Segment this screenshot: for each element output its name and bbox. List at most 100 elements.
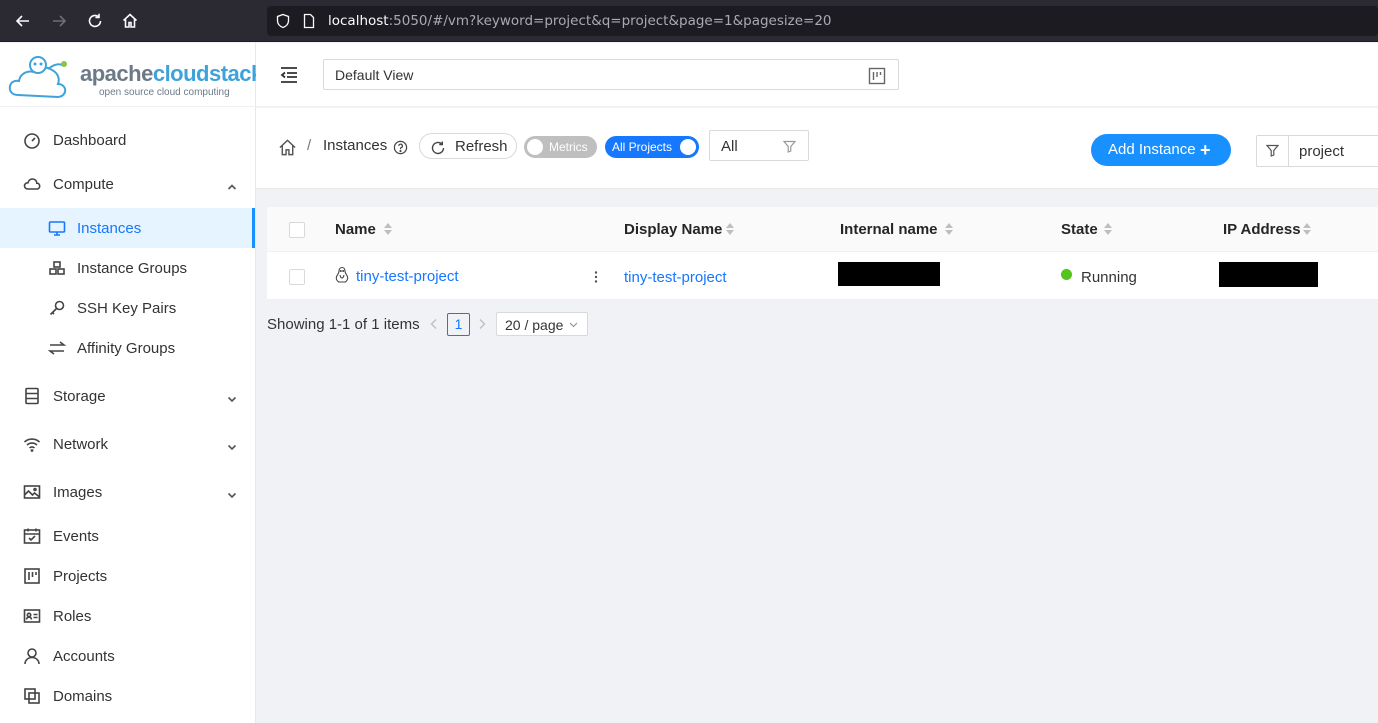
gold-icon	[47, 258, 67, 278]
sidebar-item-events[interactable]: Events	[0, 516, 255, 556]
dashboard-icon	[22, 130, 42, 150]
table-row[interactable]: tiny-test-project tiny-test-project Runn…	[267, 252, 1378, 300]
sidebar-item-domains[interactable]: Domains	[0, 676, 255, 716]
all-projects-label: All Projects	[612, 140, 673, 154]
sidebar-item-label: Network	[53, 435, 109, 453]
home-browser-icon[interactable]	[119, 10, 141, 32]
brand-text: apachecloudstack	[80, 61, 263, 87]
database-icon	[22, 386, 42, 406]
sidebar-item-storage[interactable]: Storage	[0, 376, 255, 416]
sidebar-item-label: Events	[53, 527, 99, 545]
chevron-down-icon	[227, 487, 237, 499]
sort-icon[interactable]	[945, 223, 953, 235]
sidebar-item-accounts[interactable]: Accounts	[0, 636, 255, 676]
sidebar-item-label: Accounts	[53, 647, 115, 665]
sidebar-item-label: SSH Key Pairs	[77, 299, 177, 317]
sidebar-item-compute[interactable]: Compute	[0, 164, 255, 204]
sidebar-item-ssh-key-pairs[interactable]: SSH Key Pairs	[0, 288, 255, 328]
idcard-icon	[22, 606, 42, 626]
redacted-ip-address	[1219, 262, 1318, 287]
sort-icon[interactable]	[384, 223, 392, 235]
address-bar[interactable]: localhost:5050/#/vm?keyword=project&q=pr…	[267, 6, 1378, 36]
instance-name-link[interactable]: tiny-test-project	[356, 268, 459, 285]
cloudmonkey-logo-icon	[8, 56, 67, 99]
refresh-label: Refresh	[455, 138, 508, 155]
question-circle-icon[interactable]	[393, 140, 408, 155]
column-header-name[interactable]: Name	[335, 221, 376, 238]
filter-select-value: All	[721, 138, 738, 155]
metrics-toggle[interactable]: Metrics	[524, 136, 597, 158]
breadcrumb-separator: /	[307, 137, 312, 154]
search-input[interactable]: project	[1256, 135, 1378, 167]
url-host: localhost	[328, 13, 389, 29]
pagination-current-page[interactable]: 1	[447, 313, 470, 336]
all-projects-toggle[interactable]: All Projects	[605, 136, 699, 158]
column-header-display-name[interactable]: Display Name	[624, 221, 722, 238]
instance-state: Running	[1081, 269, 1137, 286]
linux-icon	[335, 266, 349, 283]
toggle-knob	[680, 139, 696, 155]
page-size-value: 20 / page	[505, 317, 564, 333]
filter-icon	[1266, 144, 1279, 157]
chevron-up-icon	[227, 179, 237, 190]
sidebar-item-projects[interactable]: Projects	[0, 556, 255, 596]
sort-icon[interactable]	[1303, 223, 1311, 235]
redacted-internal-name	[838, 262, 940, 286]
sidebar-item-label: Roles	[53, 607, 92, 625]
project-icon	[22, 566, 42, 586]
block-icon	[22, 686, 42, 706]
breadcrumb-current: Instances	[323, 137, 388, 154]
column-header-state[interactable]: State	[1061, 221, 1098, 238]
sidebar-item-label: Projects	[53, 567, 108, 585]
list-toolbar: / Instances Refresh Metrics All Projects…	[256, 108, 1378, 189]
row-checkbox[interactable]	[289, 269, 305, 285]
sidebar-item-roles[interactable]: Roles	[0, 596, 255, 636]
chevron-down-icon	[569, 322, 578, 328]
schedule-icon	[22, 526, 42, 546]
sort-icon[interactable]	[1104, 223, 1112, 235]
view-select[interactable]: Default View	[323, 59, 899, 90]
user-icon	[22, 646, 42, 666]
page-size-select[interactable]: 20 / page	[496, 312, 588, 336]
cloudstack-logo[interactable]: apachecloudstack open source cloud compu…	[8, 49, 263, 107]
back-icon[interactable]	[12, 10, 34, 32]
sidebar-item-instance-groups[interactable]: Instance Groups	[0, 248, 255, 288]
sidebar-item-affinity-groups[interactable]: Affinity Groups	[0, 328, 255, 368]
refresh-button[interactable]: Refresh	[419, 133, 517, 159]
chevron-right-icon[interactable]	[477, 318, 487, 330]
sidebar-item-label: Images	[53, 483, 103, 501]
add-instance-label: Add Instance	[1108, 141, 1196, 158]
brand-cloudstack: cloudstack	[152, 61, 263, 86]
desktop-icon	[47, 218, 67, 238]
sort-icon[interactable]	[726, 223, 734, 235]
sidebar-item-network[interactable]: Network	[0, 424, 255, 464]
sidebar-item-label: Storage	[53, 387, 106, 405]
url-text[interactable]: localhost:5050/#/vm?keyword=project&q=pr…	[328, 13, 832, 29]
filter-select[interactable]: All	[709, 130, 809, 161]
chevron-down-icon	[227, 391, 237, 403]
home-icon[interactable]	[278, 138, 298, 158]
more-vertical-icon[interactable]	[594, 270, 598, 284]
sidebar: apachecloudstack open source cloud compu…	[0, 43, 263, 723]
sidebar-item-label: Affinity Groups	[77, 339, 176, 357]
shield-icon[interactable]	[275, 13, 291, 29]
reload-icon[interactable]	[84, 10, 106, 32]
brand-apache: apache	[80, 61, 153, 86]
sidebar-item-images[interactable]: Images	[0, 472, 255, 512]
sidebar-item-instances[interactable]: Instances	[0, 208, 255, 248]
menu-fold-icon[interactable]	[278, 64, 300, 86]
toggle-knob	[527, 139, 543, 155]
sidebar-item-dashboard[interactable]: Dashboard	[0, 120, 255, 160]
select-all-checkbox[interactable]	[289, 222, 305, 238]
add-instance-button[interactable]: Add Instance +	[1091, 134, 1231, 166]
table-header: Name Display Name Internal name State IP…	[267, 207, 1378, 252]
sidebar-divider	[0, 106, 256, 107]
search-filter-button[interactable]	[1257, 136, 1289, 166]
column-header-internal-name[interactable]: Internal name	[840, 221, 938, 238]
chevron-left-icon[interactable]	[429, 318, 439, 330]
instance-display-name-link[interactable]: tiny-test-project	[624, 269, 727, 286]
page-icon	[303, 13, 315, 29]
url-path: :5050/#/vm?keyword=project&q=project&pag…	[388, 13, 832, 29]
column-header-ip-address[interactable]: IP Address	[1223, 221, 1301, 238]
forward-icon[interactable]	[48, 10, 70, 32]
